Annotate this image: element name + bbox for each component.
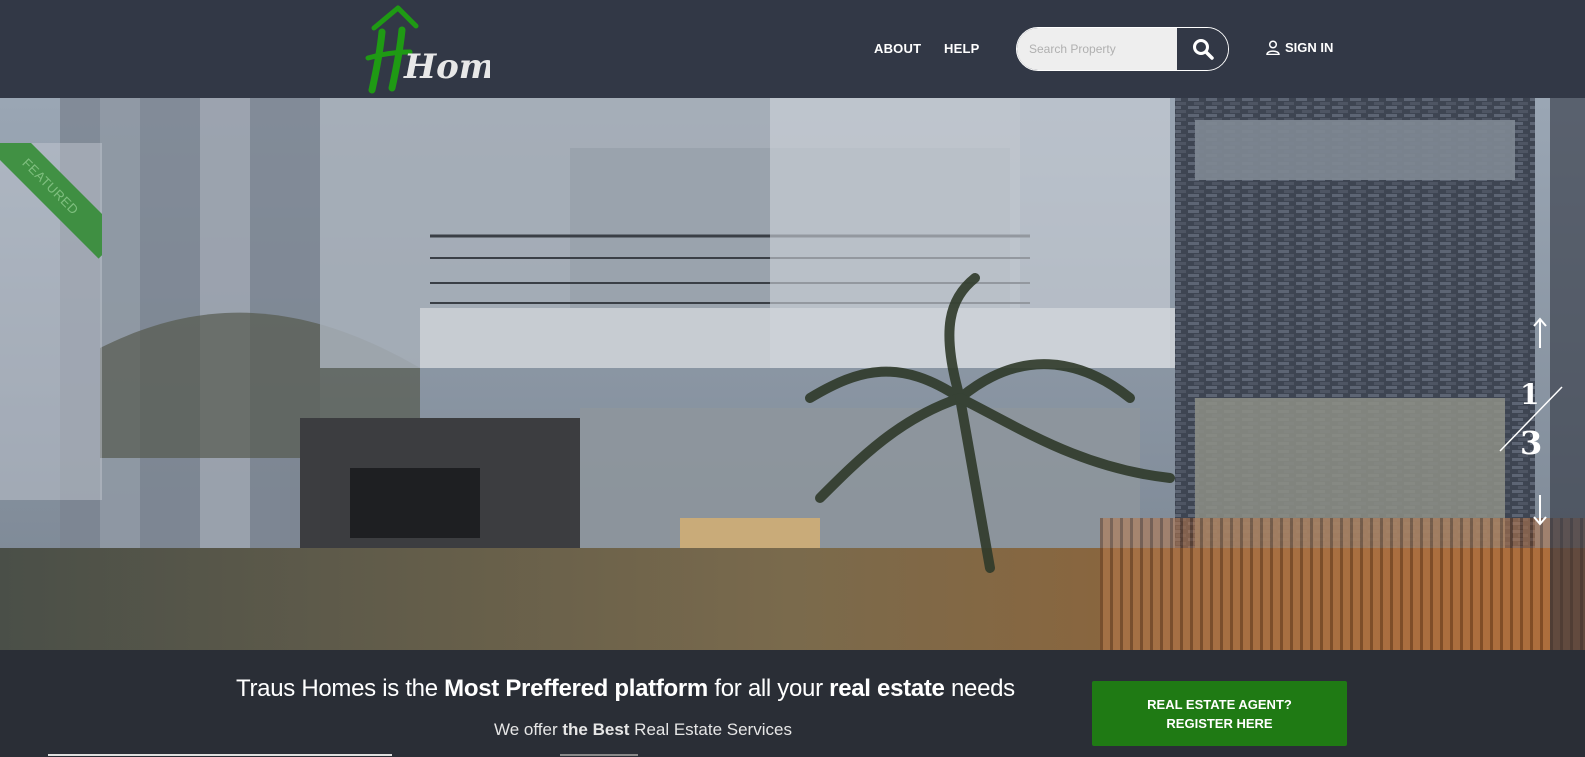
tagline-text-1: Traus Homes is the bbox=[236, 675, 445, 702]
logo-graphic: Homes bbox=[365, 5, 536, 94]
subtag-text-2: Real Estate Services bbox=[629, 720, 792, 739]
user-icon bbox=[1266, 40, 1280, 55]
agent-register-button[interactable]: REAL ESTATE AGENT? REGISTER HERE bbox=[1092, 681, 1347, 746]
subtag-bold: the Best bbox=[562, 720, 630, 739]
arrow-up-icon bbox=[1533, 317, 1547, 348]
homes-logo[interactable]: Homes bbox=[360, 2, 536, 94]
featured-property-card[interactable]: FEATURED bbox=[0, 143, 102, 500]
tagline-bold-1: Most Preffered platform bbox=[444, 675, 708, 702]
sign-in-link[interactable]: SIGN IN bbox=[1266, 40, 1333, 55]
subtag-text-1: We offer bbox=[494, 720, 563, 739]
search-bar bbox=[1016, 27, 1229, 71]
top-navbar: Homes ABOUT HELP SIGN IN bbox=[0, 0, 1585, 98]
hero-slider: FEATURED 1 3 bbox=[0, 98, 1585, 650]
slide-prev-button[interactable] bbox=[1528, 316, 1552, 350]
featured-ribbon bbox=[0, 143, 102, 259]
section-divider-left bbox=[48, 754, 392, 756]
nav-about-link[interactable]: ABOUT bbox=[874, 41, 921, 56]
slide-total-number: 3 bbox=[1520, 424, 1543, 462]
section-divider-right bbox=[560, 754, 638, 756]
arrow-down-icon bbox=[1533, 495, 1547, 526]
search-input[interactable] bbox=[1017, 28, 1177, 70]
search-button[interactable] bbox=[1177, 28, 1228, 70]
tagline-text-3: needs bbox=[944, 675, 1015, 702]
tagline-bold-2: real estate bbox=[829, 675, 945, 702]
promo-band bbox=[0, 650, 1585, 757]
slide-next-button[interactable] bbox=[1528, 493, 1552, 527]
tagline-text-2: for all your bbox=[707, 675, 830, 702]
sign-in-label: SIGN IN bbox=[1285, 40, 1334, 55]
nav-help-link[interactable]: HELP bbox=[944, 41, 979, 56]
promo-subtagline: We offer the Best Real Estate Services bbox=[494, 720, 792, 740]
promo-tagline: Traus Homes is the Most Preffered platfo… bbox=[236, 675, 1015, 703]
search-icon bbox=[1192, 39, 1214, 60]
logo-text: Homes bbox=[403, 47, 490, 87]
hero-house-image bbox=[0, 98, 1585, 650]
